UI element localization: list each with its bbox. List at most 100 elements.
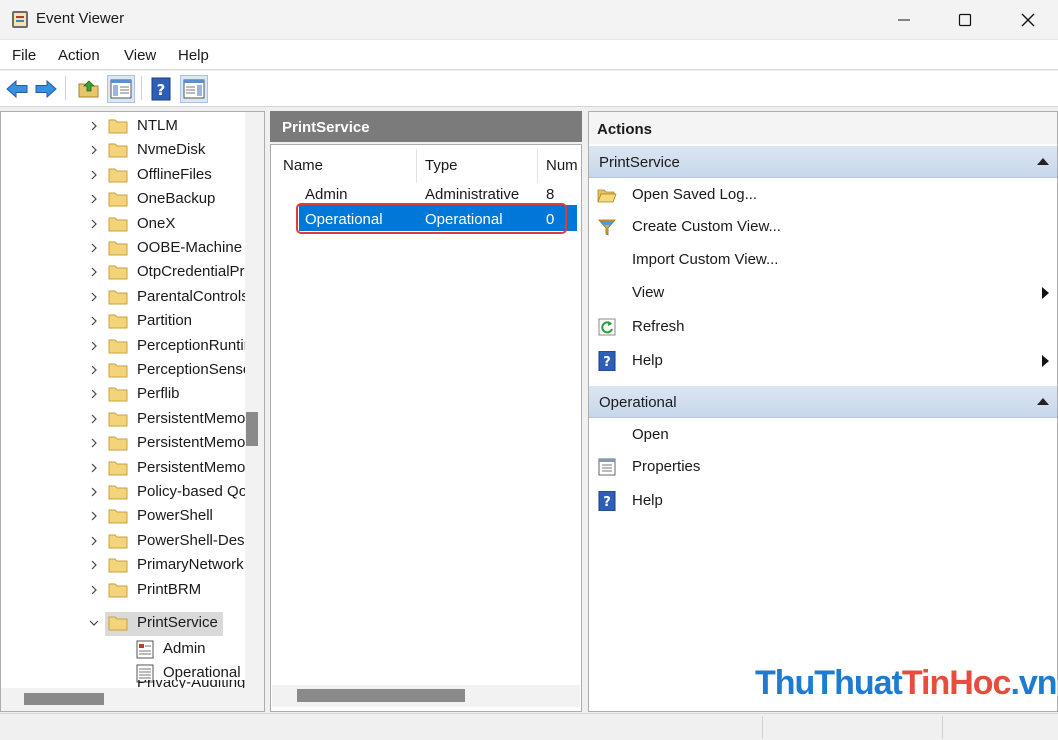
section-header-printservice[interactable]: PrintService: [589, 146, 1057, 178]
chevron-right-icon[interactable]: [88, 339, 100, 353]
chevron-right-icon[interactable]: [88, 192, 100, 206]
chevron-right-icon[interactable]: [88, 290, 100, 304]
tree-item[interactable]: NvmeDisk: [1, 139, 245, 163]
chevron-right-icon[interactable]: [88, 363, 100, 377]
tree-item-label: PowerShell: [137, 507, 213, 525]
action-properties[interactable]: Properties: [589, 451, 1057, 483]
row-name: Admin: [305, 186, 348, 203]
action-help-operational[interactable]: ? Help: [589, 485, 1057, 517]
chevron-right-icon[interactable]: [88, 509, 100, 523]
chevron-right-icon[interactable]: [88, 387, 100, 401]
tree-item[interactable]: OtpCredentialProvider: [1, 261, 245, 285]
chevron-right-icon[interactable]: [88, 217, 100, 231]
tree-item[interactable]: PersistentMemory-ScmBus: [1, 457, 245, 481]
log-list-pane[interactable]: Name Type Num Admin Administrative 8 Ope…: [270, 144, 582, 712]
chevron-right-icon[interactable]: [88, 168, 100, 182]
svg-text:?: ?: [157, 81, 166, 99]
chevron-right-icon[interactable]: [88, 485, 100, 499]
tree-item[interactable]: OneX: [1, 213, 245, 237]
chevron-right-icon[interactable]: [88, 241, 100, 255]
submenu-arrow-icon: [1042, 287, 1049, 299]
action-create-custom-view[interactable]: Create Custom View...: [589, 211, 1057, 243]
tree-item[interactable]: PersistentMemory-Nvdimm: [1, 408, 245, 432]
close-icon: [1021, 13, 1035, 27]
minimize-button[interactable]: [881, 0, 927, 40]
actions-pane: Actions PrintService Open Saved Log... C…: [588, 111, 1058, 712]
chevron-right-icon[interactable]: [88, 436, 100, 450]
action-refresh[interactable]: Refresh: [589, 311, 1057, 343]
tree-item-label: OtpCredentialProvider: [137, 263, 245, 281]
tree-item[interactable]: ParentalControls: [1, 286, 245, 310]
up-one-level-button[interactable]: [75, 75, 103, 103]
tree-item[interactable]: OneBackup: [1, 188, 245, 212]
chevron-right-icon[interactable]: [88, 534, 100, 548]
column-header-number[interactable]: Num: [546, 157, 578, 174]
tree-item[interactable]: OfflineFiles: [1, 164, 245, 188]
section-header-operational[interactable]: Operational: [589, 386, 1057, 418]
console-tree[interactable]: NTLM NvmeDisk OfflineFiles OneBackup OneX OOB…: [0, 111, 265, 712]
tree-item[interactable]: PrimaryNetworkIcon: [1, 554, 245, 578]
svg-text:?: ?: [603, 495, 611, 510]
actions-title-bar: Actions: [589, 112, 1057, 144]
tree-vertical-scrollbar[interactable]: [245, 112, 264, 688]
folder-icon: [108, 314, 128, 329]
action-open-saved-log[interactable]: Open Saved Log...: [589, 179, 1057, 211]
tree-vertical-scroll-thumb[interactable]: [246, 412, 258, 446]
chevron-right-icon[interactable]: [88, 558, 100, 572]
action-help[interactable]: ? Help: [589, 345, 1057, 377]
help-icon: ?: [598, 351, 616, 371]
tree-item-printservice[interactable]: PrintService: [1, 612, 245, 636]
folder-icon: [108, 558, 128, 573]
tree-item[interactable]: OOBE-Machine: [1, 237, 245, 261]
chevron-right-icon[interactable]: [88, 583, 100, 597]
tree-item[interactable]: Policy-based QoS: [1, 481, 245, 505]
show-hide-action-pane-button[interactable]: [180, 75, 208, 103]
tree-item[interactable]: PerceptionRuntime: [1, 335, 245, 359]
action-view[interactable]: View: [589, 277, 1057, 309]
chevron-right-icon[interactable]: [88, 461, 100, 475]
tree-item[interactable]: PowerShell: [1, 505, 245, 529]
tree-item[interactable]: PrintBRM: [1, 579, 245, 603]
action-import-custom-view[interactable]: Import Custom View...: [589, 244, 1057, 276]
collapse-caret-icon[interactable]: [1037, 398, 1049, 405]
column-divider[interactable]: [416, 149, 417, 183]
chevron-down-icon[interactable]: [88, 616, 100, 630]
tree-item[interactable]: Partition: [1, 310, 245, 334]
action-open[interactable]: Open: [589, 419, 1057, 451]
tree-item[interactable]: PersistentMemory-PmemDisk: [1, 432, 245, 456]
chevron-right-icon[interactable]: [88, 412, 100, 426]
section-header-label: Operational: [599, 394, 677, 411]
menu-help[interactable]: Help: [178, 47, 209, 64]
chevron-right-icon[interactable]: [88, 265, 100, 279]
close-button[interactable]: [1005, 0, 1051, 40]
back-button[interactable]: [3, 75, 31, 103]
tree-horizontal-scroll-thumb[interactable]: [24, 693, 104, 705]
show-hide-console-tree-button[interactable]: [107, 75, 135, 103]
help-toolbar-button[interactable]: ?: [147, 75, 175, 103]
log-list-horizontal-scroll-thumb[interactable]: [297, 689, 465, 702]
chevron-right-icon[interactable]: [88, 119, 100, 133]
tree-item-admin[interactable]: Admin: [1, 638, 245, 662]
menu-action[interactable]: Action: [58, 47, 100, 64]
menu-file[interactable]: File: [12, 47, 36, 64]
folder-icon: [108, 616, 128, 631]
menu-view[interactable]: View: [124, 47, 156, 64]
toolbar: ?: [0, 71, 1058, 107]
tree-item[interactable]: PowerShell-DesiredStateConfiguration: [1, 530, 245, 554]
maximize-button[interactable]: [942, 0, 988, 40]
column-divider[interactable]: [537, 149, 538, 183]
title-bar: Event Viewer: [0, 0, 1058, 40]
tree-item[interactable]: NTLM: [1, 115, 245, 139]
tree-item-label: Partition: [137, 312, 193, 330]
tree-item[interactable]: Perflib: [1, 383, 245, 407]
forward-button[interactable]: [32, 75, 60, 103]
column-header-type[interactable]: Type: [425, 157, 458, 174]
help-icon: ?: [598, 491, 616, 511]
column-header-name[interactable]: Name: [283, 157, 323, 174]
collapse-caret-icon[interactable]: [1037, 158, 1049, 165]
tree-item-label: OOBE-Machine: [137, 239, 243, 256]
chevron-right-icon[interactable]: [88, 143, 100, 157]
tree-item[interactable]: PerceptionSensorDataService: [1, 359, 245, 383]
chevron-right-icon[interactable]: [88, 314, 100, 328]
action-label: Properties: [632, 458, 701, 475]
